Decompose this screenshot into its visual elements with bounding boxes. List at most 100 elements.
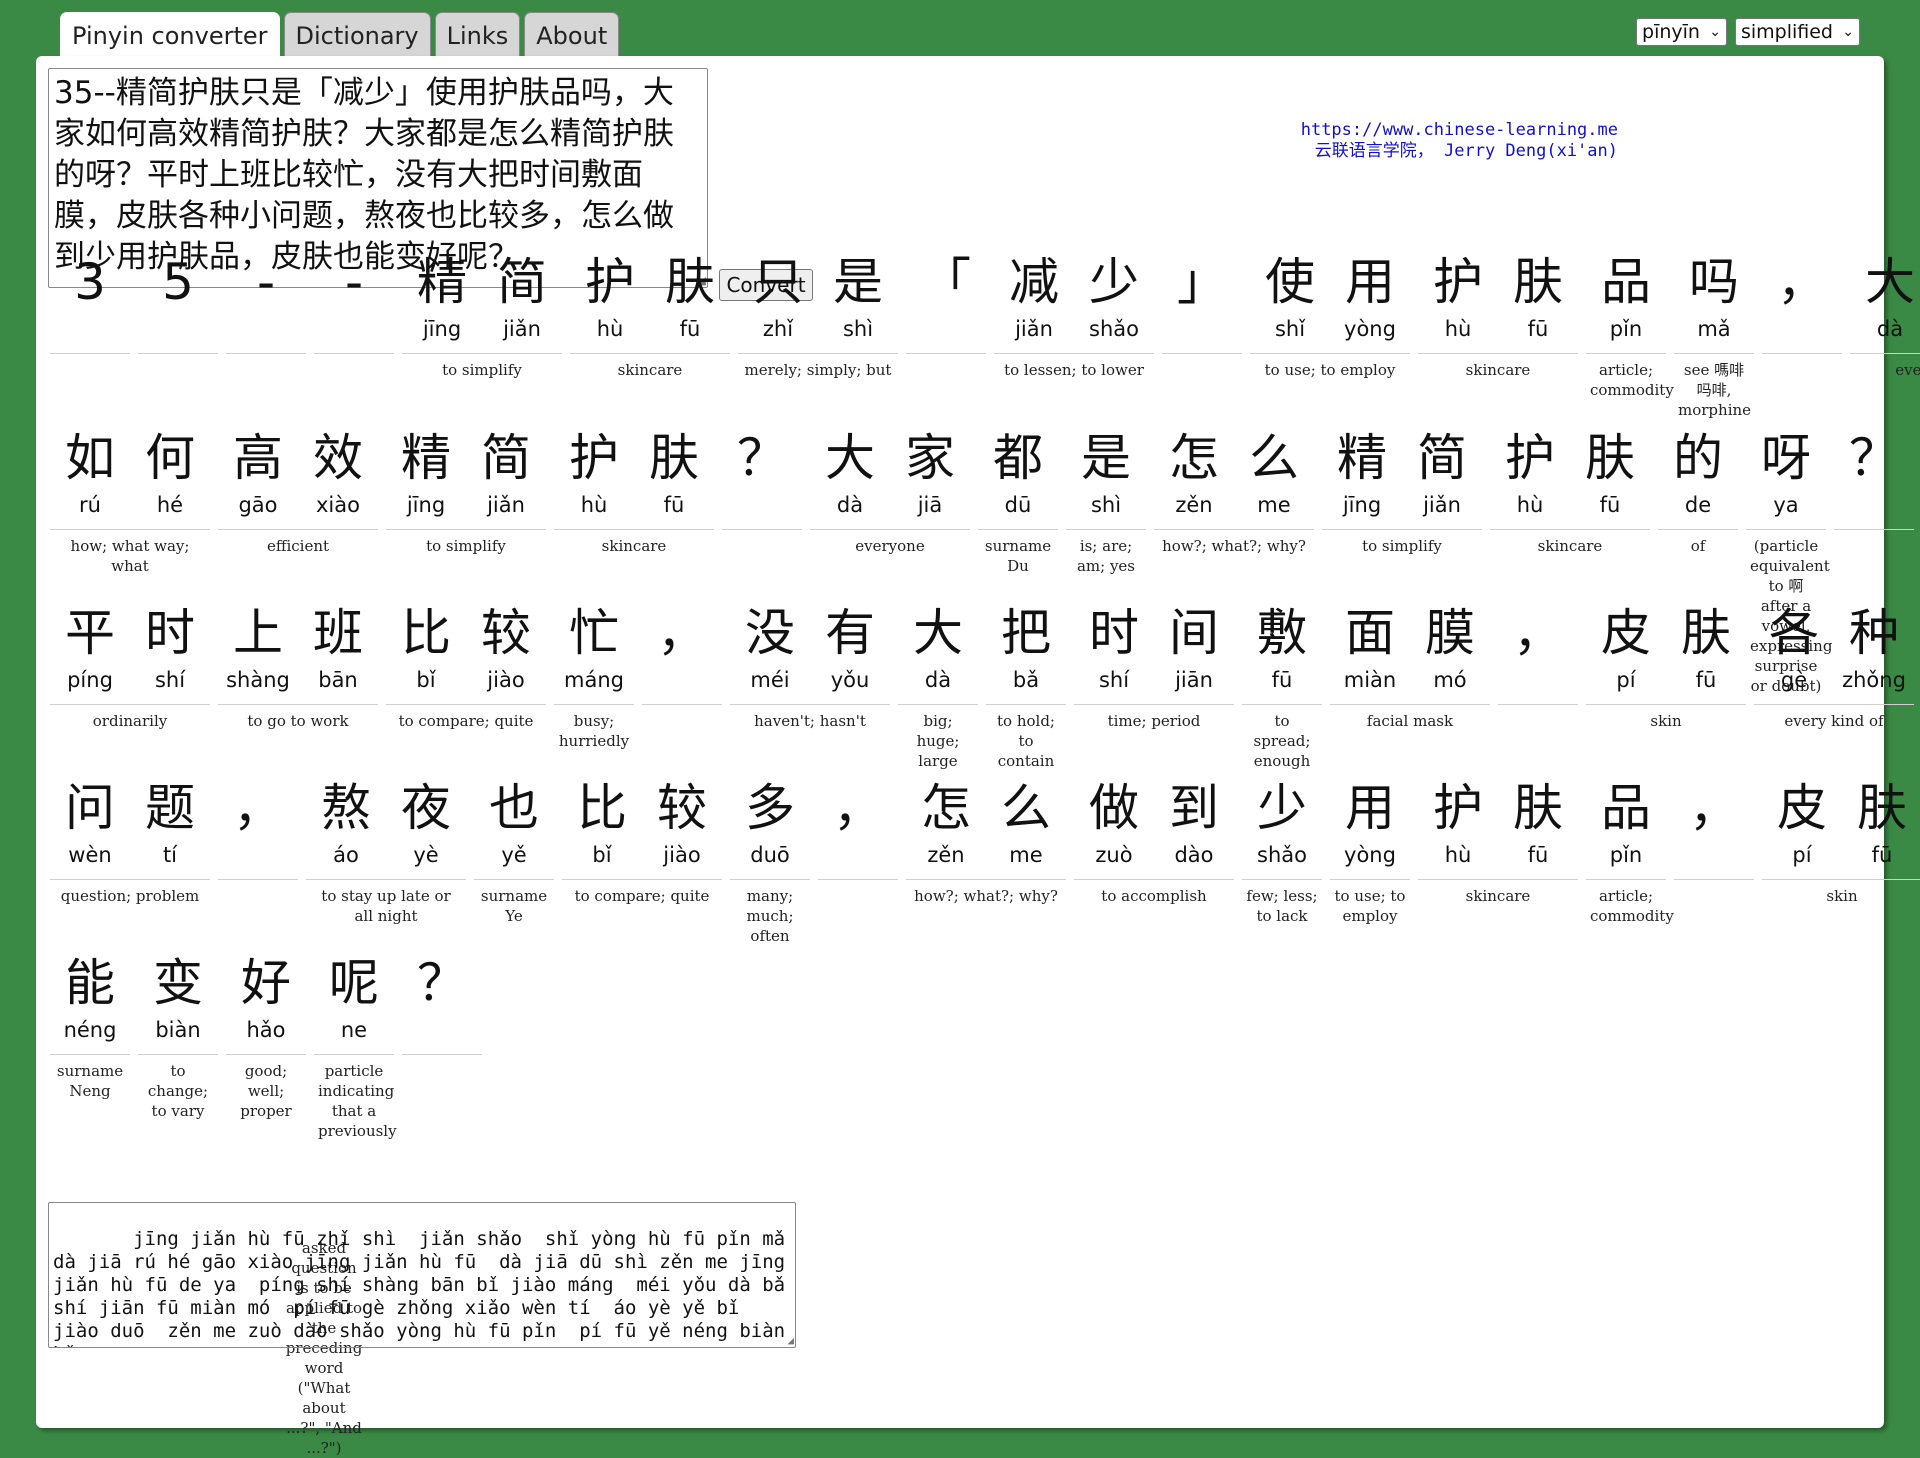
word-group[interactable]: 忙 máng busy; hurriedly bbox=[554, 601, 634, 771]
word-group[interactable]: 品 pǐn article; commodity bbox=[1586, 250, 1674, 420]
word-group[interactable]: 皮 pí 肤 fū skin bbox=[1762, 776, 1920, 946]
word-definition: busy; hurriedly bbox=[554, 704, 634, 751]
word-group[interactable]: 面 miàn 膜 mó facial mask bbox=[1330, 601, 1490, 771]
word-group[interactable]: 吗 mǎ see 嗎啡 吗啡, morphine bbox=[1674, 250, 1754, 420]
word-group[interactable]: 大 dà big; huge; large bbox=[898, 601, 978, 771]
word-chars: 各 gè 种 zhǒng bbox=[1754, 601, 1914, 695]
pinyin: shì bbox=[842, 317, 874, 341]
word-group[interactable]: 多 duō many; much; often bbox=[730, 776, 810, 946]
word-definition: everyone bbox=[810, 529, 970, 556]
word-group[interactable]: 精 jīng 简 jiǎn to simplify bbox=[402, 250, 562, 420]
word-group[interactable]: 」 bbox=[1162, 250, 1242, 420]
credit-url[interactable]: https://www.chinese-learning.me bbox=[1301, 120, 1618, 141]
word-group[interactable]: ， bbox=[1498, 601, 1578, 771]
tab-links[interactable]: Links bbox=[434, 12, 521, 57]
word-group[interactable]: 护 hù 肤 fū skincare bbox=[1418, 250, 1578, 420]
word-group[interactable]: 使 shǐ 用 yòng to use; to employ bbox=[1250, 250, 1410, 420]
word-chars: 吗 mǎ bbox=[1674, 250, 1754, 344]
word-group[interactable]: ， bbox=[1674, 776, 1754, 946]
word-group[interactable]: 皮 pí 肤 fū skin bbox=[1586, 601, 1746, 771]
word-group[interactable]: 品 pǐn article; commodity bbox=[1586, 776, 1674, 946]
word-group[interactable]: ， bbox=[218, 776, 298, 946]
word-definition bbox=[226, 353, 306, 360]
word-group[interactable]: 比 bǐ 较 jiào to compare; quite bbox=[562, 776, 722, 946]
word-group[interactable]: 好 hǎo good; well; proper bbox=[226, 951, 306, 1141]
char-cell: 效 xiào bbox=[298, 426, 378, 520]
word-definition: article; commodity bbox=[1586, 879, 1674, 926]
word-group[interactable]: - bbox=[314, 250, 394, 420]
word-definition: to simplify bbox=[1322, 529, 1482, 556]
word-group[interactable]: ， bbox=[818, 776, 898, 946]
script-select[interactable]: simplified ⌄ bbox=[1734, 18, 1860, 46]
word-group[interactable]: 上 shàng 班 bān to go to work bbox=[218, 601, 378, 771]
char-cell: 精 jīng bbox=[402, 250, 482, 344]
pinyin: rú bbox=[79, 493, 101, 517]
word-group[interactable]: 各 gè 种 zhǒng every kind of bbox=[1754, 601, 1914, 771]
pinyin bbox=[1762, 314, 1842, 344]
word-group[interactable]: 只 zhǐ 是 shì merely; simply; but bbox=[738, 250, 898, 420]
word-group[interactable]: 没 méi 有 yǒu haven't; hasn't bbox=[730, 601, 890, 771]
hanzi: 少 bbox=[1257, 779, 1307, 837]
pinyin: hé bbox=[156, 493, 184, 517]
hanzi: 比 bbox=[401, 604, 451, 662]
word-chars: 时 shí 间 jiān bbox=[1074, 601, 1234, 695]
options-bar: pīnyīn ⌄ simplified ⌄ bbox=[1636, 18, 1860, 46]
romanization-select[interactable]: pīnyīn ⌄ bbox=[1636, 18, 1727, 46]
word-group[interactable]: 护 hù 肤 fū skincare bbox=[1418, 776, 1578, 946]
char-cell: 呢 ne bbox=[314, 951, 394, 1045]
pinyin: hǎo bbox=[246, 1018, 286, 1042]
word-group[interactable]: 变 biàn to change; to vary bbox=[138, 951, 218, 1141]
hanzi: 减 bbox=[1009, 253, 1059, 311]
word-group[interactable]: 用 yòng to use; to employ bbox=[1330, 776, 1410, 946]
word-group[interactable]: 比 bǐ 较 jiào to compare; quite bbox=[386, 601, 546, 771]
word-group[interactable]: ， bbox=[642, 601, 722, 771]
word-group[interactable]: 怎 zěn 么 me how?; what?; why? bbox=[906, 776, 1066, 946]
word-group[interactable]: ？ bbox=[402, 951, 482, 1141]
word-definition: skincare bbox=[570, 353, 730, 380]
hanzi: 家 bbox=[905, 429, 955, 487]
word-definition: skincare bbox=[1418, 879, 1578, 906]
word-chars: ？ bbox=[1834, 426, 1914, 520]
pinyin-output[interactable]: jīng jiǎn hù fū zhǐ shì jiǎn shǎo shǐ yò… bbox=[48, 1202, 796, 1348]
word-group[interactable]: - bbox=[226, 250, 306, 420]
hanzi: 也 bbox=[489, 779, 539, 837]
word-group[interactable]: 平 píng 时 shí ordinarily bbox=[50, 601, 210, 771]
word-group[interactable]: ， bbox=[1762, 250, 1842, 420]
word-chars: 也 yě bbox=[474, 776, 554, 870]
word-chars: 没 méi 有 yǒu bbox=[730, 601, 890, 695]
word-group[interactable]: 时 shí 间 jiān time; period bbox=[1074, 601, 1234, 771]
word-group[interactable]: 熬 áo 夜 yè to stay up late or all night bbox=[306, 776, 466, 946]
word-group[interactable]: 敷 fū to spread; enough bbox=[1242, 601, 1322, 771]
word-group[interactable]: 呢 ne particle indicating that a previously bbox=[314, 951, 397, 1141]
word-group[interactable]: 「 bbox=[906, 250, 986, 420]
word-group[interactable]: 能 néng surname Neng bbox=[50, 951, 130, 1141]
word-definition bbox=[314, 353, 394, 360]
word-group[interactable]: 也 yě surname Ye bbox=[474, 776, 554, 946]
word-group[interactable]: 把 bǎ to hold; to contain bbox=[986, 601, 1066, 771]
tab-dictionary[interactable]: Dictionary bbox=[283, 12, 431, 57]
hanzi: 是 bbox=[1081, 429, 1131, 487]
char-cell: 熬 áo bbox=[306, 776, 386, 870]
word-chars: ， bbox=[642, 601, 722, 695]
word-group[interactable]: 3 bbox=[50, 250, 130, 420]
word-group[interactable]: 做 zuò 到 dào to accomplish bbox=[1074, 776, 1234, 946]
word-group[interactable]: 护 hù 肤 fū skincare bbox=[570, 250, 730, 420]
hanzi: 使 bbox=[1265, 253, 1315, 311]
word-group[interactable]: 5 bbox=[138, 250, 218, 420]
hanzi: 只 bbox=[753, 253, 803, 311]
tab-pinyin-converter[interactable]: Pinyin converter bbox=[60, 12, 280, 59]
chinese-input-text: 35--精简护肤只是「减少」使用护肤品吗，大家如何高效精简护肤？大家都是怎么精简… bbox=[54, 75, 674, 275]
char-cell: 品 pǐn bbox=[1586, 776, 1666, 870]
pinyin: zhǐ bbox=[762, 317, 794, 341]
word-group[interactable]: 问 wèn 题 tí question; problem bbox=[50, 776, 210, 946]
tab-about[interactable]: About bbox=[524, 12, 620, 57]
word-chars: - bbox=[226, 250, 306, 344]
word-group[interactable]: 减 jiǎn 少 shǎo to lessen; to lower bbox=[994, 250, 1154, 420]
word-group[interactable]: 大dà家jiāeveryone bbox=[1850, 250, 1920, 420]
resize-handle-icon[interactable]: ◢ bbox=[787, 1335, 794, 1346]
hanzi: 3 bbox=[74, 253, 106, 311]
pinyin: hù bbox=[1444, 843, 1472, 867]
hanzi: 膜 bbox=[1425, 604, 1475, 662]
pinyin: fū bbox=[663, 493, 685, 517]
word-group[interactable]: 少 shǎo few; less; to lack bbox=[1242, 776, 1322, 946]
